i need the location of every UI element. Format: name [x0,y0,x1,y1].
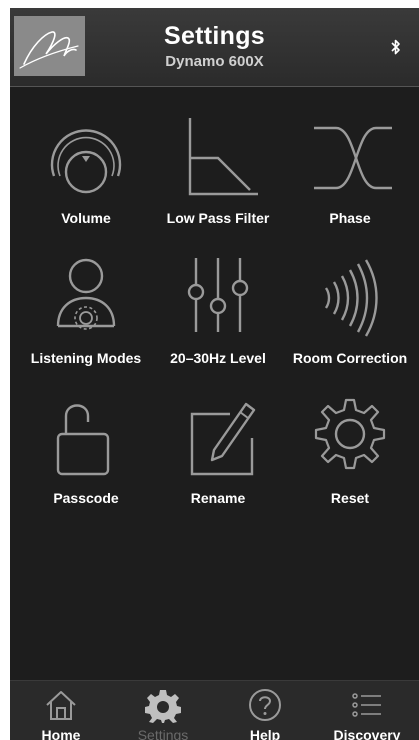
gear-icon [145,690,181,723]
home-icon [46,691,76,720]
tab-settings[interactable]: Settings [112,681,214,740]
tile-label: Low Pass Filter [166,210,270,226]
tile-label: Reset [330,490,370,506]
listening-modes-icon [56,258,116,330]
tile-room-correction[interactable]: Room Correction [282,258,418,368]
tile-20-30hz-level[interactable]: 20–30Hz Level [150,258,286,368]
gear-reset-icon [314,398,386,470]
tile-rename[interactable]: Rename [150,398,286,508]
tile-label: 20–30Hz Level [170,350,266,366]
tab-label: Home [41,727,81,740]
bottom-tab-bar: Home Settings Help Discovery [10,680,419,740]
page-title: Settings [163,22,266,50]
tile-phase[interactable]: Phase [282,118,418,228]
tile-listening-modes[interactable]: Listening Modes [18,258,154,368]
tile-low-pass-filter[interactable]: Low Pass Filter [150,118,286,228]
padlock-icon [56,404,110,476]
low-pass-filter-icon [188,118,258,196]
tab-label: Discovery [333,727,401,740]
tab-label: Help [249,727,281,740]
tile-label: Rename [190,490,246,506]
tab-label: Settings [137,727,189,740]
list-icon [352,693,381,717]
tile-reset[interactable]: Reset [282,398,418,508]
room-correction-icon [324,259,378,337]
header-bar: Settings Dynamo 600X [10,8,419,87]
tab-discovery[interactable]: Discovery [316,681,418,740]
help-icon [249,689,281,721]
volume-dial-icon [50,129,122,194]
tile-volume[interactable]: Volume [18,118,154,228]
device-name: Dynamo 600X [165,53,264,70]
phase-icon [314,126,392,190]
app-frame: Settings Dynamo 600X Volume Low Pass Fil… [10,8,419,740]
tile-label: Phase [329,210,371,226]
tab-help[interactable]: Help [214,681,316,740]
tile-label: Listening Modes [30,350,142,366]
bluetooth-icon[interactable] [391,38,401,56]
sliders-icon [187,258,249,332]
tab-home[interactable]: Home [10,681,112,740]
tile-passcode[interactable]: Passcode [18,398,154,508]
rename-pencil-icon [190,402,256,476]
tile-label: Volume [61,210,111,226]
tile-label: Passcode [53,490,119,506]
tile-label: Room Correction [292,350,408,366]
